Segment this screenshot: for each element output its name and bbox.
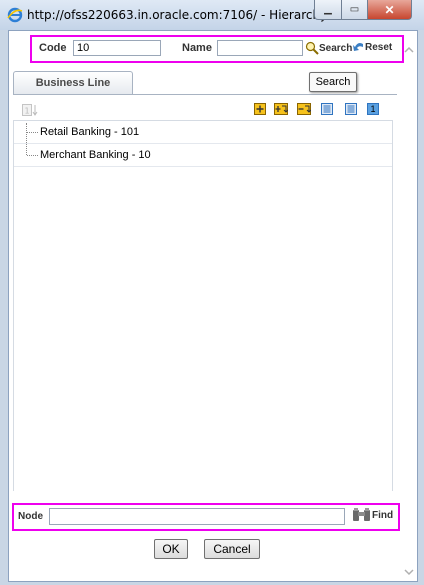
search-icon <box>305 41 319 55</box>
maximize-icon: ▭ <box>349 4 360 15</box>
level-one-icon[interactable]: 1 <box>367 103 379 115</box>
ok-label: OK <box>162 542 180 556</box>
reset-button[interactable]: Reset <box>352 41 392 54</box>
reset-label: Reset <box>365 42 393 53</box>
tree-branch-line <box>27 155 38 156</box>
hierarchy-tree: Retail Banking - 101 Merchant Banking - … <box>13 120 393 491</box>
level-one-label: 1 <box>370 104 376 114</box>
scroll-up-icon[interactable] <box>404 45 414 55</box>
tab-label: Business Line <box>35 77 111 89</box>
page-scrollbar[interactable] <box>400 31 417 581</box>
search-tooltip: Search <box>309 72 357 92</box>
search-label: Search <box>319 42 353 54</box>
tree-item-merchant-banking[interactable]: Merchant Banking - 10 <box>14 144 392 167</box>
expand-all-icon[interactable] <box>254 103 266 115</box>
svg-text:1: 1 <box>25 107 30 116</box>
minimize-icon: ▁ <box>324 4 332 15</box>
minimize-button[interactable]: ▁ <box>314 0 342 20</box>
search-panel: Code Name Search Reset <box>30 35 404 63</box>
sort-icon[interactable]: 1 <box>22 104 38 116</box>
code-label: Code <box>39 42 67 54</box>
dialog-content: Code Name Search Reset Business Line Sea… <box>8 30 418 582</box>
node-input[interactable] <box>49 508 345 525</box>
name-label: Name <box>182 42 212 54</box>
node-label: Node <box>18 511 43 522</box>
tree-branch-line <box>27 132 38 133</box>
window-titlebar: http://ofss220663.in.oracle.com:7106/ - … <box>0 0 424 30</box>
tab-business-line[interactable]: Business Line <box>13 71 133 94</box>
tree-item-label: Retail Banking - 101 <box>40 126 140 138</box>
window-title: http://ofss220663.in.oracle.com:7106/ - … <box>27 8 351 22</box>
ok-button[interactable]: OK <box>154 539 188 559</box>
cancel-label: Cancel <box>213 542 251 556</box>
reset-icon <box>353 43 363 51</box>
binoculars-icon <box>353 508 370 521</box>
search-button[interactable]: Search <box>305 41 352 55</box>
tooltip-text: Search <box>315 76 351 88</box>
collapse-branch-icon[interactable] <box>297 103 311 115</box>
scroll-down-icon[interactable] <box>404 567 414 577</box>
find-button[interactable]: Find <box>352 507 393 523</box>
code-input[interactable] <box>73 40 161 56</box>
expand-branch-icon[interactable] <box>274 103 288 115</box>
tree-item-label: Merchant Banking - 10 <box>40 149 151 161</box>
close-button[interactable]: ✕ <box>368 0 412 20</box>
cancel-button[interactable]: Cancel <box>204 539 260 559</box>
tree-item-retail-banking[interactable]: Retail Banking - 101 <box>14 121 392 144</box>
show-code-icon[interactable] <box>321 103 333 115</box>
internet-explorer-icon <box>7 7 23 23</box>
maximize-button[interactable]: ▭ <box>342 0 368 20</box>
name-input[interactable] <box>217 40 303 56</box>
window-controls: ▁ ▭ ✕ <box>314 0 412 20</box>
tab-divider <box>13 94 397 95</box>
close-icon: ✕ <box>384 2 395 17</box>
find-label: Find <box>372 509 394 521</box>
show-name-icon[interactable] <box>345 103 357 115</box>
node-find-panel: Node Find <box>12 503 400 531</box>
